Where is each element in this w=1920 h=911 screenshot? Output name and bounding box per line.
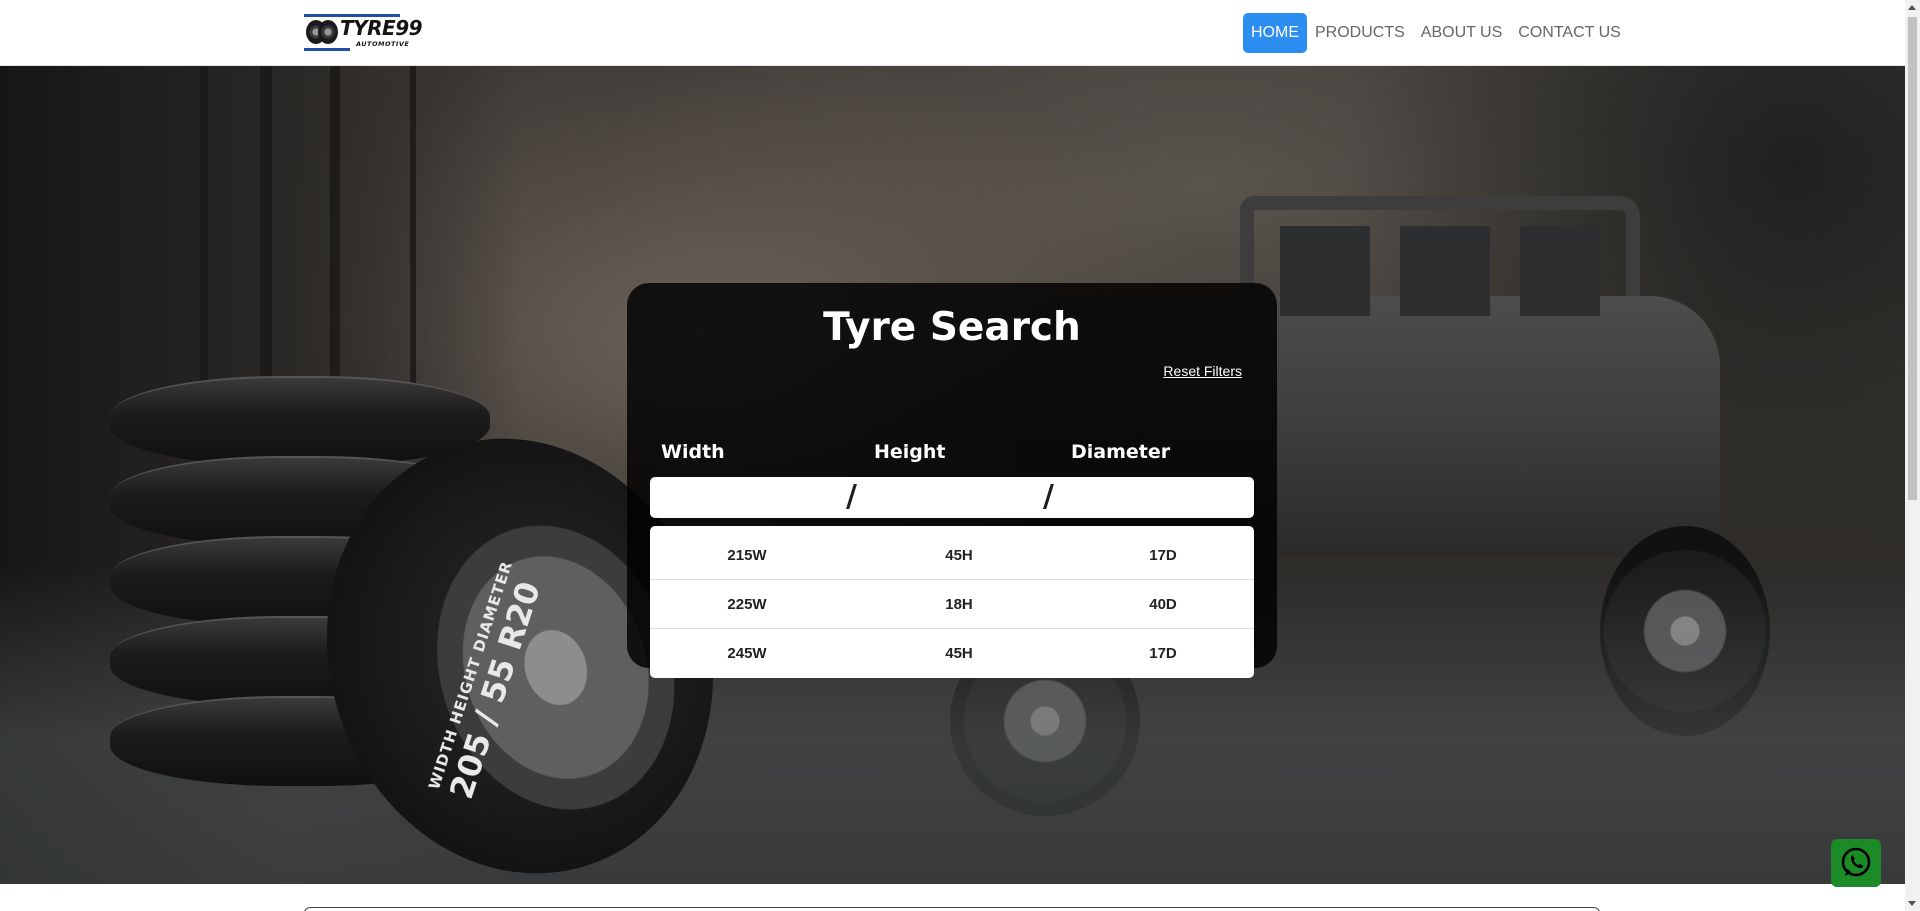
- height-label: Height: [874, 441, 946, 463]
- result-diameter: 17D: [1149, 547, 1177, 564]
- result-height: 45H: [945, 645, 973, 662]
- nav-products[interactable]: PRODUCTS: [1307, 13, 1413, 53]
- nav-about-us[interactable]: ABOUT US: [1413, 13, 1511, 53]
- result-row[interactable]: 245W 45H 17D: [650, 629, 1254, 678]
- diameter-label: Diameter: [1071, 441, 1171, 463]
- result-diameter: 17D: [1149, 645, 1177, 662]
- tyre-search-card: Tyre Search Reset Filters Width Height D…: [627, 283, 1277, 678]
- result-row[interactable]: 225W 18H 40D: [650, 580, 1254, 629]
- logo-stripe: [304, 48, 350, 51]
- brand-logo[interactable]: TYRE99 AUTOMOTIVE: [304, 12, 423, 54]
- result-row[interactable]: 215W 45H 17D: [650, 531, 1254, 580]
- scroll-up-icon[interactable]: [1908, 5, 1916, 10]
- scroll-down-icon[interactable]: [1908, 901, 1916, 906]
- result-height: 45H: [945, 547, 973, 564]
- nav-contact-us[interactable]: CONTACT US: [1510, 13, 1629, 53]
- logo-subtext: AUTOMOTIVE: [356, 40, 410, 48]
- page-scrollbar[interactable]: [1905, 0, 1920, 911]
- whatsapp-button[interactable]: [1831, 839, 1881, 887]
- result-diameter: 40D: [1149, 596, 1177, 613]
- content-card-edge: [304, 907, 1600, 911]
- diameter-input[interactable]: [1062, 477, 1252, 518]
- scrollbar-thumb[interactable]: [1908, 17, 1917, 500]
- separator: /: [1043, 479, 1054, 514]
- result-width: 215W: [727, 547, 767, 564]
- header-navbar: TYRE99 AUTOMOTIVE HOME PRODUCTS ABOUT US…: [0, 0, 1905, 66]
- logo-text: TYRE99: [340, 16, 423, 40]
- result-width: 245W: [727, 645, 767, 662]
- separator: /: [846, 479, 857, 514]
- main-nav: HOME PRODUCTS ABOUT US CONTACT US: [1243, 13, 1629, 53]
- logo-tyre-icon: [318, 20, 338, 44]
- nav-home[interactable]: HOME: [1243, 13, 1307, 53]
- reset-filters-link[interactable]: Reset Filters: [1163, 363, 1242, 379]
- height-input[interactable]: [865, 477, 1040, 518]
- result-height: 18H: [945, 596, 973, 613]
- width-label: Width: [661, 441, 725, 463]
- width-input[interactable]: [650, 477, 840, 518]
- tyre-size-input-bar: / /: [650, 477, 1254, 518]
- search-title: Tyre Search: [823, 305, 1081, 350]
- whatsapp-icon: [1841, 847, 1871, 877]
- result-width: 225W: [727, 596, 767, 613]
- tyre-results-list: 215W 45H 17D 225W 18H 40D 245W 45H 17D: [650, 526, 1254, 678]
